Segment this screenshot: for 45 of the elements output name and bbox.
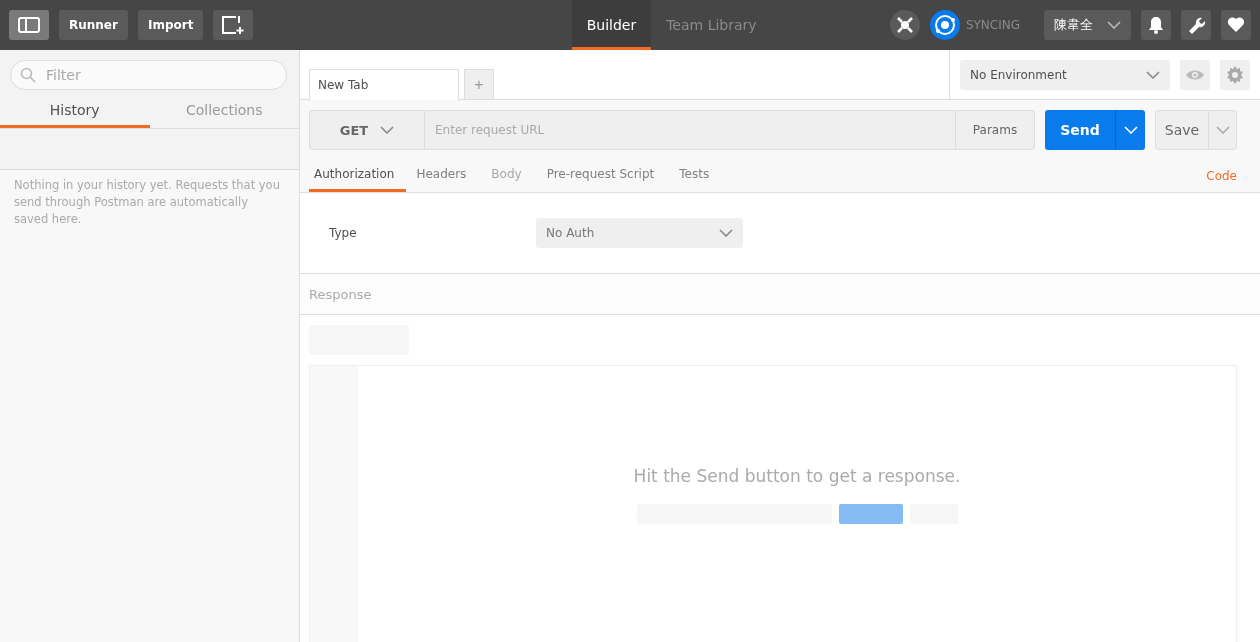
favorite-button[interactable]	[1221, 10, 1251, 40]
wrench-icon	[1187, 16, 1205, 34]
chevron-down-icon	[1215, 126, 1230, 134]
sync-icon[interactable]	[929, 10, 960, 40]
request-section-tab[interactable]: Authorization	[309, 167, 407, 192]
sidebar-tab[interactable]: History	[0, 96, 150, 128]
url-field[interactable]: Enter request URL	[425, 110, 955, 150]
settings-button[interactable]	[1181, 10, 1211, 40]
gear-icon	[1226, 65, 1244, 84]
bell-icon	[1148, 16, 1164, 34]
toolbar-button[interactable]: Runner	[59, 10, 128, 40]
request-section-tab[interactable]: Headers	[411, 167, 482, 192]
new-window-button[interactable]	[213, 10, 254, 40]
type-label: Type	[329, 226, 358, 240]
eye-icon	[1185, 68, 1205, 81]
empty-response-message: Hit the Send button to get a response.	[633, 466, 961, 486]
filter-field[interactable]: Filter	[10, 60, 287, 90]
method-dropdown[interactable]: GET	[309, 110, 425, 150]
sidebar-icon	[18, 17, 40, 33]
new-window-icon	[221, 15, 246, 35]
header-tab[interactable]: Team Library	[651, 0, 772, 50]
request-section-tab[interactable]: Tests	[674, 167, 725, 192]
heart-icon	[1227, 17, 1245, 33]
chevron-down-icon	[1146, 70, 1160, 79]
notifications-button[interactable]	[1141, 10, 1171, 40]
empty-history-message: Nothing in your history yet. Requests that you send through Postman are automatically saved here.	[0, 170, 299, 642]
satellite-icon[interactable]	[889, 10, 920, 40]
code-link[interactable]: Code	[1206, 169, 1237, 192]
header-tab[interactable]: Builder	[571, 0, 652, 50]
auth-type-dropdown[interactable]: No Auth	[536, 218, 743, 248]
user-dropdown[interactable]: 陳韋全	[1044, 10, 1131, 40]
chevron-down-icon	[1107, 21, 1121, 29]
request-tab[interactable]: New Tab	[309, 69, 459, 100]
params-button[interactable]: Params	[955, 110, 1035, 150]
chevron-down-icon	[380, 126, 395, 134]
sidebar-tab[interactable]: Collections	[149, 96, 299, 128]
chevron-down-icon	[719, 229, 733, 237]
sidebar-toggle-button[interactable]	[9, 10, 49, 40]
environment-dropdown[interactable]: No Environment	[960, 59, 1170, 90]
chevron-down-icon	[1123, 126, 1138, 134]
toolbar-button[interactable]: Import	[137, 10, 204, 40]
response-title: Response	[309, 286, 372, 302]
placeholder-bar	[838, 504, 903, 524]
sync-status: SYNCING	[965, 18, 1020, 32]
request-section-tab[interactable]: Pre-request Script	[541, 167, 670, 192]
